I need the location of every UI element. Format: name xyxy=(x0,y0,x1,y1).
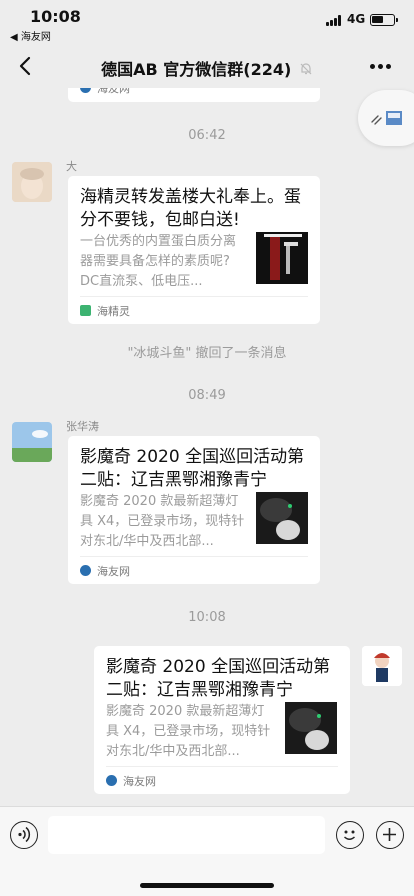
chat-title-text: 德国AB 官方微信群(224) xyxy=(101,60,292,79)
voice-input-button[interactable] xyxy=(10,821,38,849)
network-type: 4G xyxy=(347,12,366,26)
card-footer: 海友网 xyxy=(80,556,308,584)
source-label: 海精灵 xyxy=(97,305,130,318)
back-arrow-icon[interactable] xyxy=(14,54,38,78)
voice-icon xyxy=(18,826,31,843)
emoji-button[interactable] xyxy=(336,821,364,849)
signal-icon xyxy=(326,15,343,26)
card-thumbnail xyxy=(256,492,308,544)
home-indicator xyxy=(140,883,274,888)
message-input[interactable] xyxy=(48,816,325,854)
link-icon xyxy=(371,111,402,125)
back-to-app-link[interactable]: ◀ 海友网 xyxy=(10,28,51,43)
source-label: 海友网 xyxy=(97,565,130,578)
sender-name: 大 xyxy=(66,160,77,173)
avatar[interactable] xyxy=(12,422,52,462)
avatar[interactable] xyxy=(362,646,402,686)
link-card[interactable]: 海精灵转发盖楼大礼奉上。蛋分不要钱，包邮白送! 一台优秀的内置蛋白质分离器需要具… xyxy=(68,176,320,324)
link-card[interactable]: 影魔奇 2020 全国巡回活动第二贴：辽吉黑鄂湘豫青宁 影魔奇 2020 款最新… xyxy=(94,646,350,794)
status-time: 10:08 xyxy=(30,7,81,26)
chat-area: 海友网 06:42 大 海精灵转发盖楼大礼奉上。蛋分不要钱，包邮白送! 一台优秀… xyxy=(0,88,414,806)
source-label: 海友网 xyxy=(123,775,156,788)
card-thumbnail xyxy=(285,702,337,754)
avatar[interactable] xyxy=(12,162,52,202)
recall-notice: "冰城斗鱼" 撤回了一条消息 xyxy=(127,346,287,361)
card-thumbnail xyxy=(256,232,308,284)
card-footer: 海友网 xyxy=(80,88,308,102)
card-title: 影魔奇 2020 全国巡回活动第二贴：辽吉黑鄂湘豫青宁 xyxy=(106,657,331,700)
emoji-icon xyxy=(343,830,356,840)
plus-icon xyxy=(383,828,396,841)
chat-title: 德国AB 官方微信群(224) xyxy=(60,56,354,80)
link-card[interactable]: 影魔奇 2020 全国巡回活动第二贴：辽吉黑鄂湘豫青宁 影魔奇 2020 款最新… xyxy=(68,436,320,584)
card-description: 一台优秀的内置蛋白质分离器需要具备怎样的素质呢? DC直流泵、低电压... xyxy=(80,234,237,289)
source-label: 海友网 xyxy=(97,88,130,95)
card-footer: 海友网 xyxy=(106,766,338,794)
timestamp: 10:08 xyxy=(188,610,226,625)
card-description: 影魔奇 2020 款最新超薄灯具 X4，已登录市场，现特针对东北/华中及西北部.… xyxy=(106,704,271,759)
input-bar xyxy=(0,806,414,896)
card-footer: 海精灵 xyxy=(80,296,308,324)
timestamp: 06:42 xyxy=(188,128,226,143)
sender-name: 张华涛 xyxy=(66,420,99,433)
source-icon xyxy=(80,565,91,576)
source-icon xyxy=(106,775,117,786)
more-options-icon[interactable] xyxy=(370,64,392,70)
card-description: 影魔奇 2020 款最新超薄灯具 X4，已登录市场，现特针对东北/华中及西北部.… xyxy=(80,494,245,549)
nav-bar: 德国AB 官方微信群(224) xyxy=(0,44,414,88)
card-title: 海精灵转发盖楼大礼奉上。蛋分不要钱，包邮白送! xyxy=(80,187,301,230)
battery-icon xyxy=(370,14,398,26)
source-icon xyxy=(80,88,91,93)
mute-bell-icon xyxy=(300,63,312,75)
timestamp: 08:49 xyxy=(188,388,226,403)
card-title: 影魔奇 2020 全国巡回活动第二贴：辽吉黑鄂湘豫青宁 xyxy=(80,447,305,490)
status-bar: 10:08 ◀ 海友网 4G xyxy=(0,0,414,44)
source-icon xyxy=(80,305,91,316)
more-functions-button[interactable] xyxy=(376,821,404,849)
link-card-partial[interactable]: 海友网 xyxy=(68,88,320,102)
floating-link-button[interactable] xyxy=(358,90,414,146)
